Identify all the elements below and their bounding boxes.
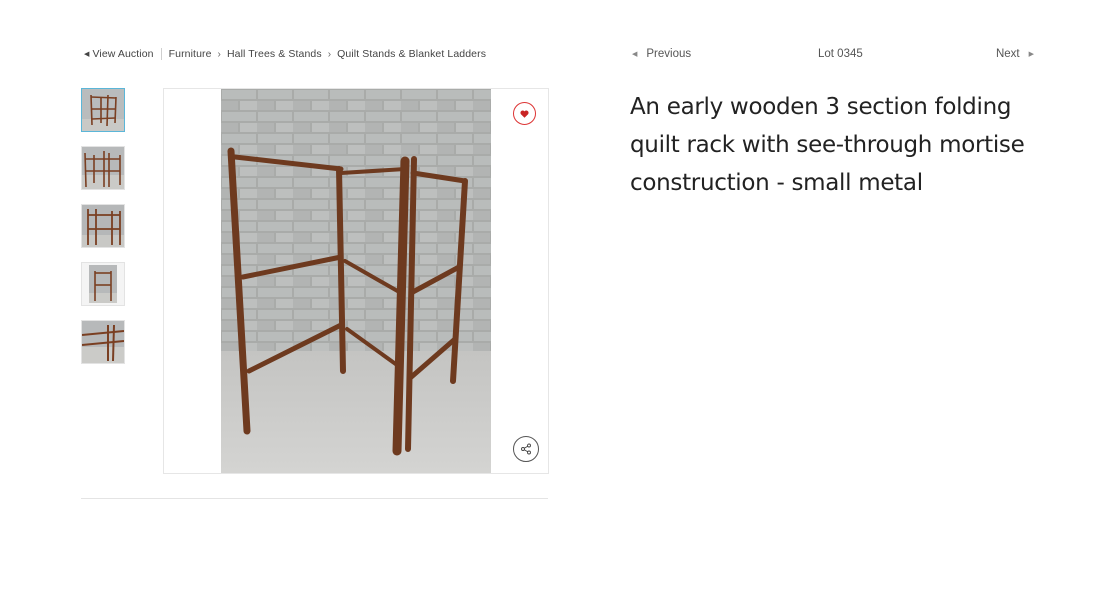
triangle-right-icon: ▶ — [1028, 51, 1034, 58]
thumbnail-image — [82, 205, 124, 247]
thumbnail-image — [82, 321, 124, 363]
thumbnail-image — [82, 89, 124, 131]
lot-title: An early wooden 3 section folding quilt … — [630, 94, 1025, 196]
view-auction-link[interactable]: ◀ View Auction — [84, 48, 154, 60]
breadcrumb-item-furniture[interactable]: Furniture — [169, 48, 212, 60]
share-icon — [521, 443, 531, 455]
next-lot-button[interactable]: Next ▶ — [996, 48, 1034, 60]
caret-left-icon: ◀ — [84, 51, 90, 58]
breadcrumb-item-quilt-stands[interactable]: Quilt Stands & Blanket Ladders — [337, 48, 486, 60]
lot-number: Lot 0345 — [818, 48, 863, 60]
chevron-right-icon: › — [217, 48, 221, 60]
section-divider — [81, 498, 548, 499]
previous-lot-button[interactable]: ◀ Previous — [632, 48, 691, 60]
main-image-viewer[interactable] — [163, 88, 549, 474]
main-lot-photo[interactable] — [221, 89, 491, 473]
thumbnail-image — [82, 147, 124, 189]
lot-navigation: ◀ Previous Lot 0345 Next ▶ — [632, 48, 1034, 64]
share-button[interactable] — [513, 436, 539, 462]
thumbnail-strip — [81, 88, 127, 378]
thumbnail-2[interactable] — [81, 146, 125, 190]
heart-icon — [520, 110, 529, 118]
thumbnail-4[interactable] — [81, 262, 125, 306]
thumbnail-1[interactable] — [81, 88, 125, 132]
favorite-button[interactable] — [513, 102, 536, 125]
breadcrumb-divider — [160, 48, 162, 60]
chevron-right-icon: › — [327, 48, 332, 60]
thumbnail-5[interactable] — [81, 320, 125, 364]
previous-label: Previous — [646, 48, 692, 60]
breadcrumb: ◀ View Auction Furniture › Hall Trees & … — [84, 48, 486, 60]
quilt-rack-photo — [221, 89, 491, 473]
thumbnail-image — [82, 263, 124, 305]
view-auction-label: View Auction — [92, 48, 154, 60]
triangle-left-icon: ◀ — [632, 51, 638, 58]
breadcrumb-item-hall-trees[interactable]: Hall Trees & Stands — [227, 48, 322, 60]
thumbnail-3[interactable] — [81, 204, 125, 248]
next-label: Next — [995, 48, 1020, 60]
